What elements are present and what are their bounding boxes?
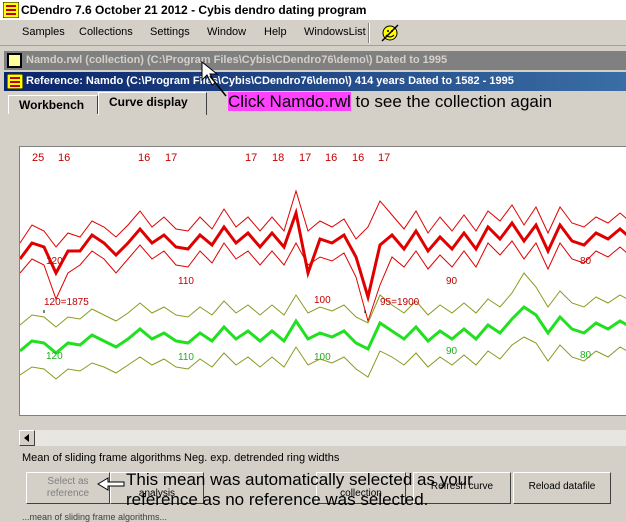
green-label: 110 (178, 352, 194, 363)
tab-curve-display[interactable]: Curve display (98, 92, 207, 115)
tab-workbench-label: Workbench (19, 98, 85, 112)
app-icon-small (7, 74, 23, 89)
count-label: 17 (245, 152, 257, 164)
red-label: 120 (46, 256, 63, 267)
window-title: CDendro 7.6 October 21 2012 - Cybis dend… (21, 3, 367, 17)
title-bar: CDendro 7.6 October 21 2012 - Cybis dend… (0, 0, 626, 21)
count-label: 25 (32, 152, 44, 164)
menu-settings[interactable]: Settings (150, 26, 190, 38)
count-label: 16 (138, 152, 150, 164)
green-mean-line (20, 305, 626, 355)
reference-window-bar[interactable]: Reference: Namdo (C:\Program Files\Cybis… (4, 72, 626, 91)
app-icon (3, 2, 19, 18)
count-label: 16 (325, 152, 337, 164)
red-label-year: 95=1900 (380, 297, 420, 308)
red-label-year: 120=1875 (44, 297, 89, 308)
bottom-status-text: ...mean of sliding frame algorithms... (22, 512, 168, 522)
algorithm-status-text: Mean of sliding frame algorithms Neg. ex… (22, 452, 340, 464)
menu-collections[interactable]: Collections (79, 26, 133, 38)
count-label: 18 (272, 152, 284, 164)
green-label: 80 (580, 350, 592, 361)
reference-window-title: Reference: Namdo (C:\Program Files\Cybis… (26, 75, 514, 87)
count-label: 17 (165, 152, 177, 164)
red-label: 90 (446, 276, 458, 287)
collection-window-bar[interactable]: Namdo.rwl (collection) (C:\Program Files… (4, 51, 626, 70)
callout-highlight: Click Namdo.rwl (228, 92, 351, 111)
red-mean-line (20, 207, 626, 303)
window-icon (7, 53, 22, 68)
callout-arrow-icon (97, 477, 125, 491)
green-label: 120 (46, 351, 63, 362)
callout-auto-reference: This mean was automatically selected as … (126, 470, 473, 509)
callout-arrow-icon (201, 60, 227, 97)
horizontal-scrollbar[interactable] (19, 430, 626, 446)
curve-plot[interactable]: 25 16 16 17 17 18 17 16 16 17 120 110 10… (19, 146, 626, 416)
red-label: 80 (580, 256, 592, 267)
green-label: 100 (314, 352, 331, 363)
red-band-lower (20, 240, 626, 323)
count-label: 17 (299, 152, 311, 164)
count-label: 16 (352, 152, 364, 164)
scroll-left-button[interactable] (19, 430, 35, 446)
callout-rest: to see the collection again (350, 92, 553, 111)
menu-help[interactable]: Help (264, 26, 287, 38)
curve-plot-svg: 25 16 16 17 17 18 17 16 16 17 120 110 10… (20, 152, 626, 380)
count-label: 17 (378, 152, 390, 164)
red-label: 110 (178, 276, 194, 287)
smiley-icon[interactable] (380, 23, 400, 43)
red-label: 100 (314, 295, 331, 306)
menu-window[interactable]: Window (207, 26, 246, 38)
collection-window-title[interactable]: Namdo.rwl (collection) (C:\Program Files… (26, 54, 447, 66)
menu-separator (368, 23, 370, 43)
tab-curve-display-label: Curve display (109, 95, 188, 109)
green-label: 90 (446, 346, 458, 357)
menu-bar: Samples Collections Settings Window Help… (0, 21, 626, 46)
menu-windowslist[interactable]: WindowsList (304, 26, 366, 38)
menu-samples[interactable]: Samples (22, 26, 65, 38)
tab-workbench[interactable]: Workbench (8, 95, 98, 114)
count-label: 16 (58, 152, 70, 164)
callout-click-namdo: Click Namdo.rwl to see the collection ag… (228, 92, 552, 112)
